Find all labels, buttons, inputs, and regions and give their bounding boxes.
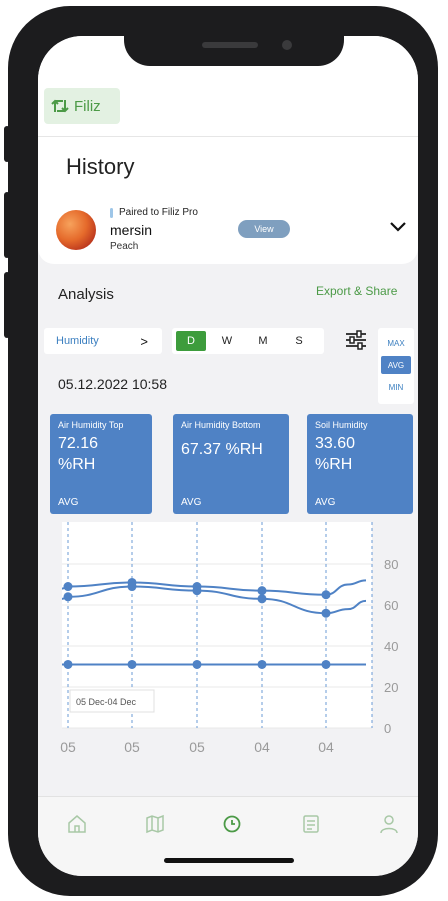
data-point xyxy=(192,586,202,596)
paired-label: Paired to Filiz Pro xyxy=(119,207,198,218)
range-selector: D W M S xyxy=(172,328,324,354)
data-point xyxy=(257,659,267,669)
clock-icon[interactable] xyxy=(221,813,243,835)
data-point xyxy=(257,586,267,596)
home-indicator xyxy=(164,858,294,863)
speaker xyxy=(202,42,258,48)
y-tick-label: 0 xyxy=(384,721,391,736)
air-humidity-bottom-card[interactable]: Air Humidity Bottom 67.37 %RH AVG xyxy=(173,414,289,514)
data-point xyxy=(321,659,331,669)
soil-humidity-card[interactable]: Soil Humidity 33.60 %RH AVG xyxy=(307,414,413,514)
export-share-link[interactable]: Export & Share xyxy=(316,284,397,298)
range-w[interactable]: W xyxy=(212,331,242,351)
agg-max[interactable]: MAX xyxy=(381,334,411,352)
filter-icon[interactable] xyxy=(344,330,368,350)
plant-type: Peach xyxy=(110,241,139,252)
range-d[interactable]: D xyxy=(176,331,206,351)
map-icon[interactable] xyxy=(144,813,166,835)
side-button xyxy=(4,272,10,338)
data-point xyxy=(192,659,202,669)
data-point xyxy=(127,582,137,592)
divider xyxy=(38,136,418,137)
card-agg: AVG xyxy=(181,497,202,508)
card-value: 67.37 %RH xyxy=(181,441,263,458)
plant-avatar xyxy=(56,210,96,250)
x-tick-label: 04 xyxy=(318,739,334,755)
range-label: 05 Dec-04 Dec xyxy=(76,697,137,707)
chart-svg: 0 20 40 60 80 05 Dec-04 Dec 05 05 05 04 04 xyxy=(60,522,398,755)
card-agg: AVG xyxy=(58,497,79,508)
x-tick-label: 05 xyxy=(60,739,76,755)
side-button xyxy=(4,192,10,258)
y-tick-label: 20 xyxy=(384,680,398,695)
camera xyxy=(282,40,292,50)
side-button xyxy=(4,126,10,162)
card-value: 72.16 %RH xyxy=(58,435,99,473)
metric-label: Humidity xyxy=(56,335,99,347)
chevron-right-icon: > xyxy=(140,334,148,349)
card-agg: AVG xyxy=(315,497,336,508)
datetime: 05.12.2022 10:58 xyxy=(58,376,167,392)
user-icon[interactable] xyxy=(378,813,400,835)
card-label: Air Humidity Bottom xyxy=(181,420,261,430)
bottom-nav xyxy=(38,796,418,876)
y-tick-label: 80 xyxy=(384,557,398,572)
humidity-chart: 0 20 40 60 80 05 Dec-04 Dec 05 05 05 04 04 xyxy=(38,522,418,762)
x-tick-label: 05 xyxy=(189,739,205,755)
sync-icon xyxy=(51,99,69,113)
home-icon[interactable] xyxy=(66,813,88,835)
y-tick-label: 60 xyxy=(384,598,398,613)
plant-name: mersin xyxy=(110,222,153,238)
notes-icon[interactable] xyxy=(300,813,322,835)
data-point xyxy=(321,590,331,600)
data-point xyxy=(63,582,73,592)
notch xyxy=(124,22,344,66)
data-point xyxy=(63,659,73,669)
air-humidity-top-card[interactable]: Air Humidity Top 72.16 %RH AVG xyxy=(50,414,152,514)
agg-avg[interactable]: AVG xyxy=(381,356,411,374)
card-label: Air Humidity Top xyxy=(58,420,124,430)
x-tick-label: 04 xyxy=(254,739,270,755)
x-tick-label: 05 xyxy=(124,739,140,755)
page-title: History xyxy=(66,154,135,179)
data-point xyxy=(127,659,137,669)
range-m[interactable]: M xyxy=(248,331,278,351)
data-point xyxy=(321,608,331,618)
data-point xyxy=(63,592,73,602)
aggregate-selector: MAX AVG MIN xyxy=(378,328,414,404)
card-value: 33.60 %RH xyxy=(315,435,356,473)
brand-name: Filiz xyxy=(74,97,101,115)
paired-status: Paired to Filiz Pro xyxy=(110,207,198,218)
analysis-title: Analysis xyxy=(58,286,114,303)
brand-logo[interactable]: Filiz xyxy=(44,88,120,124)
data-point xyxy=(257,594,267,604)
thermometer-icon xyxy=(110,207,113,218)
view-button[interactable]: View xyxy=(238,220,290,238)
y-tick-label: 40 xyxy=(384,639,398,654)
agg-min[interactable]: MIN xyxy=(381,378,411,396)
app-screen: Filiz History Paired to Filiz Pro mersin… xyxy=(38,36,418,876)
card-label: Soil Humidity xyxy=(315,420,368,430)
range-s[interactable]: S xyxy=(284,331,314,351)
chevron-down-icon[interactable] xyxy=(388,220,408,234)
metric-selector[interactable]: Humidity > xyxy=(44,328,162,354)
